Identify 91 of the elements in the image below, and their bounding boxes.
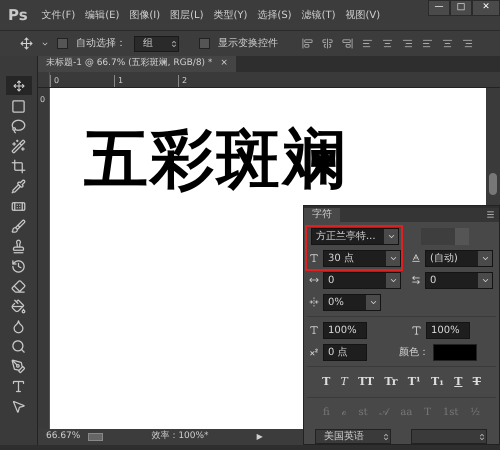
baseline-shift-field[interactable]: 0 点 (323, 344, 367, 360)
checkbox[interactable] (199, 38, 210, 49)
close-button[interactable]: ✕ (472, 0, 500, 16)
menu-item[interactable]: 图层(L) (170, 8, 204, 22)
paint-bucket-icon[interactable] (11, 299, 26, 314)
baseline-shift-icon (309, 347, 319, 357)
stepper-icon (170, 40, 178, 48)
type-style-button[interactable]: T (472, 374, 481, 390)
align-icon[interactable] (362, 38, 373, 49)
horizontal-scale-icon (411, 324, 422, 336)
font-size-icon (309, 253, 319, 263)
menu-item[interactable]: 文件(F) (42, 8, 76, 22)
kerning-select[interactable]: 0 (323, 272, 401, 288)
language-select[interactable]: 美国英语 (315, 429, 391, 444)
ruler-number: 2 (178, 75, 242, 87)
align-icon[interactable] (442, 38, 453, 49)
magnifier-icon[interactable] (11, 339, 26, 354)
align-icon[interactable] (422, 38, 433, 49)
history-brush-icon[interactable] (11, 259, 26, 274)
zoom-level: 66.67% (46, 430, 80, 444)
bandage-icon[interactable] (11, 199, 26, 214)
square-select-icon[interactable] (11, 99, 26, 114)
align-icon[interactable] (382, 38, 393, 49)
ruler-number: 0 (50, 75, 114, 87)
tracking-icon (411, 275, 421, 285)
ruler-number: 1 (114, 75, 178, 87)
move-icon (12, 80, 24, 92)
vertical-scale-icon (309, 325, 319, 335)
align-icon[interactable] (342, 38, 353, 49)
type-style-button[interactable]: TT (358, 374, 374, 390)
panel-tab[interactable]: 字符 (304, 208, 340, 222)
type-icon[interactable] (11, 379, 26, 394)
ruler-number: 0 (40, 95, 46, 104)
type-style-button[interactable]: T (454, 374, 462, 390)
tsume-icon (309, 297, 319, 307)
align-icon[interactable] (302, 38, 313, 49)
horizontal-scale-field[interactable]: 100% (426, 322, 470, 338)
menu-item[interactable]: 编辑(E) (85, 8, 120, 22)
brush-icon[interactable] (11, 219, 26, 234)
menu-item[interactable]: 类型(Y) (214, 8, 248, 22)
vertical-scale-field[interactable]: 100% (323, 322, 367, 338)
align-icon[interactable] (402, 38, 413, 49)
maximize-button[interactable]: □ (450, 0, 472, 16)
move-tool-button[interactable] (6, 76, 32, 95)
font-family-select[interactable]: 方正兰亭特... (311, 228, 399, 244)
show-transform-label: 显示变换控件 (218, 36, 278, 51)
stepper-icon (478, 432, 486, 440)
stamp-icon[interactable] (11, 239, 26, 254)
type-style-button[interactable]: Tr (384, 374, 398, 390)
font-size-select[interactable]: 30 点 (323, 250, 401, 266)
leading-icon (411, 253, 421, 263)
lasso-icon[interactable] (11, 119, 26, 134)
eyedropper-icon[interactable] (11, 179, 26, 194)
canvas-text: 五彩斑斓 (84, 123, 348, 197)
status-info: 效率：100%* (151, 430, 209, 444)
wand-icon[interactable] (11, 139, 26, 154)
menu-item[interactable]: 选择(S) (257, 8, 292, 22)
status-arrow[interactable]: ▶ (256, 431, 263, 443)
document-title: 未标题-1 @ 66.7% (五彩斑斓, RGB/8) * (46, 57, 212, 70)
minimize-button[interactable]: — (428, 0, 450, 16)
menu-item[interactable]: 图像(I) (129, 8, 160, 22)
color-swatch[interactable] (433, 344, 477, 360)
type-style-button[interactable]: T₁ (431, 374, 444, 390)
crop-icon[interactable] (11, 159, 26, 174)
pen-icon[interactable] (11, 359, 26, 374)
menu-item[interactable]: 视图(V) (346, 8, 380, 22)
move-tool-icon[interactable] (20, 37, 33, 50)
kerning-icon (309, 275, 319, 285)
type-style-button[interactable]: T¹ (408, 374, 421, 390)
eraser-icon[interactable] (11, 279, 26, 294)
tab-close-button[interactable]: × (220, 57, 228, 71)
stepper-icon (382, 432, 390, 440)
menu-item[interactable]: 滤镜(T) (302, 8, 336, 22)
tsume-select[interactable]: 0% (323, 294, 381, 310)
status-icon (88, 433, 104, 441)
type-style-button[interactable]: T (340, 374, 348, 390)
type-style-button[interactable]: T (322, 374, 330, 390)
menu-icon[interactable] (486, 210, 495, 218)
color-label: 颜色： (399, 346, 429, 360)
document-tab[interactable]: 未标题-1 @ 66.7% (五彩斑斓, RGB/8) * × (38, 56, 236, 72)
leading-select[interactable]: (自动) (425, 250, 493, 266)
pointer-icon[interactable] (11, 399, 26, 414)
align-icon[interactable] (322, 38, 333, 49)
scrollbar-thumb[interactable] (489, 173, 497, 195)
align-icon[interactable] (462, 38, 473, 49)
group-select[interactable]: 组 (134, 36, 179, 52)
app-logo: Ps (8, 4, 28, 26)
tracking-select[interactable]: 0 (425, 272, 493, 288)
drop-icon[interactable] (11, 319, 26, 334)
auto-select-label: 自动选择： (76, 36, 126, 51)
checkbox[interactable] (57, 38, 68, 49)
